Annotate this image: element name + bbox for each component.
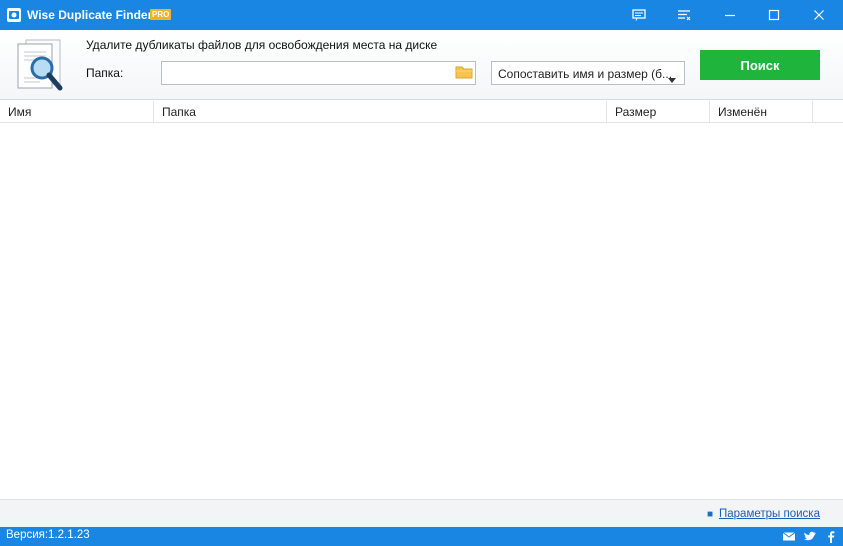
menu-button[interactable] [662,0,706,30]
status-bar: Версия:1.2.1.23 [0,527,843,546]
match-mode-value: Сопоставить имя и размер (б... [498,67,673,81]
facebook-icon[interactable] [824,530,838,543]
results-table-header: Имя Папка Размер Изменён [0,101,843,123]
close-button[interactable] [797,0,841,30]
close-icon [813,9,825,21]
folder-label: Папка: [86,66,124,80]
search-panel: Удалите дубликаты файлов для освобождени… [0,30,843,100]
column-header-folder[interactable]: Папка [154,101,607,123]
document-magnifier-icon [12,38,68,94]
folder-icon [455,65,473,82]
browse-folder-button[interactable] [453,61,476,85]
email-icon[interactable] [782,530,796,543]
maximize-button[interactable] [752,0,796,30]
feedback-icon [632,9,646,21]
twitter-icon[interactable] [803,530,817,543]
match-mode-select[interactable]: Сопоставить имя и размер (б... [491,61,685,85]
maximize-icon [768,9,780,21]
minimize-icon [724,9,736,21]
options-bar: ■ Параметры поиска [0,499,843,527]
feedback-button[interactable] [617,0,661,30]
app-title: Wise Duplicate Finder [27,8,153,22]
minimize-button[interactable] [708,0,752,30]
bullet-icon: ■ [707,509,714,520]
version-label: Версия:1.2.1.23 [6,529,90,541]
title-bar: Wise Duplicate Finder PRO [0,0,843,30]
column-header-modified[interactable]: Изменён [710,101,813,123]
folder-path-input[interactable] [161,61,454,85]
results-list[interactable] [0,123,843,499]
column-header-name[interactable]: Имя [0,101,154,123]
dropdown-arrow-icon [668,72,676,86]
page-subtitle: Удалите дубликаты файлов для освобождени… [86,38,438,52]
column-header-size[interactable]: Размер [607,101,710,123]
search-button[interactable]: Поиск [700,50,820,80]
pro-badge: PRO [150,9,172,20]
app-logo-icon [6,7,22,23]
search-parameters-link[interactable]: Параметры поиска [719,508,820,520]
menu-icon [677,9,691,21]
